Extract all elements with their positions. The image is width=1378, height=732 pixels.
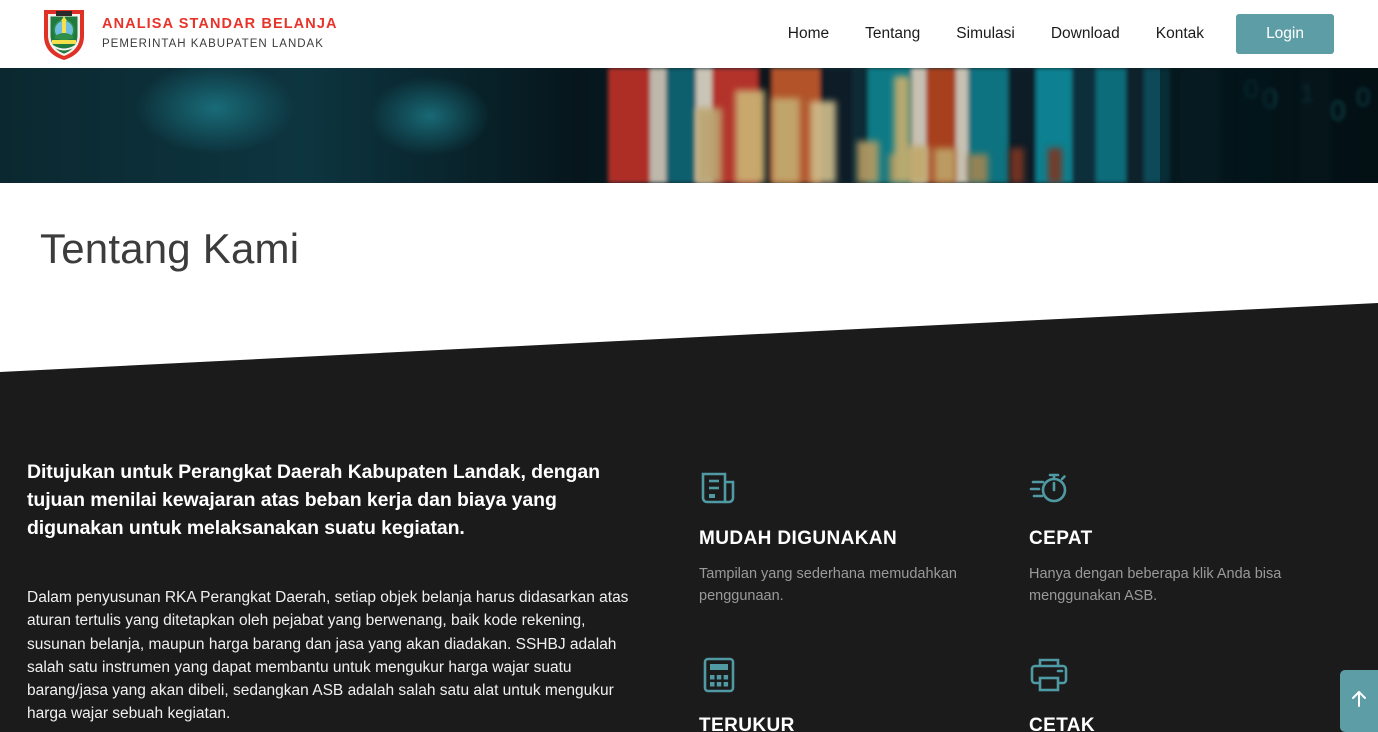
page-title: Tentang Kami bbox=[40, 225, 300, 272]
feature-card-mudah-digunakan: MUDAH DIGUNAKAN Tampilan yang sederhana … bbox=[699, 468, 1009, 608]
document-icon bbox=[699, 468, 1009, 510]
hero-banner: 0 0 0 1 0 bbox=[0, 68, 1378, 183]
scroll-to-top-button[interactable] bbox=[1340, 670, 1378, 732]
printer-icon bbox=[1029, 655, 1339, 697]
brand-subtitle: PEMERINTAH KABUPATEN LANDAK bbox=[102, 37, 324, 50]
feature-description: Hanya dengan beberapa klik Anda bisa men… bbox=[1029, 566, 1282, 604]
landak-regency-crest-icon bbox=[40, 6, 88, 62]
nav-item-simulasi[interactable]: Simulasi bbox=[938, 26, 1033, 42]
about-lead-text: Ditujukan untuk Perangkat Daerah Kabupat… bbox=[27, 461, 600, 540]
feature-title: CEPAT bbox=[1029, 528, 1093, 549]
feature-title: TERUKUR bbox=[699, 714, 795, 732]
nav-item-tentang[interactable]: Tentang bbox=[847, 26, 938, 42]
feature-card-cetak: CETAK bbox=[1029, 655, 1339, 732]
feature-grid: MUDAH DIGUNAKAN Tampilan yang sederhana … bbox=[699, 468, 1359, 732]
stopwatch-icon bbox=[1029, 468, 1339, 510]
feature-title: CETAK bbox=[1029, 714, 1096, 732]
login-button[interactable]: Login bbox=[1236, 14, 1334, 54]
main-navigation: Home Tentang Simulasi Download Kontak Lo… bbox=[770, 14, 1334, 54]
nav-item-home[interactable]: Home bbox=[770, 26, 847, 42]
calculator-icon bbox=[699, 655, 1009, 697]
brand-logo[interactable]: ANALISA STANDAR BELANJA PEMERINTAH KABUP… bbox=[40, 6, 338, 62]
nav-item-download[interactable]: Download bbox=[1033, 26, 1138, 42]
about-paragraph: Dalam penyusunan RKA Perangkat Daerah, s… bbox=[27, 589, 629, 723]
hero-banner-image: 0 0 0 1 0 bbox=[0, 68, 1378, 183]
site-header: ANALISA STANDAR BELANJA PEMERINTAH KABUP… bbox=[0, 0, 1378, 68]
nav-item-kontak[interactable]: Kontak bbox=[1138, 26, 1222, 42]
about-text-column: Ditujukan untuk Perangkat Daerah Kabupat… bbox=[27, 458, 647, 726]
feature-description: Tampilan yang sederhana memudahkan pengg… bbox=[699, 566, 957, 604]
arrow-up-icon bbox=[1350, 689, 1368, 714]
brand-text: ANALISA STANDAR BELANJA PEMERINTAH KABUP… bbox=[102, 16, 338, 51]
feature-title: MUDAH DIGUNAKAN bbox=[699, 528, 898, 549]
brand-title: ANALISA STANDAR BELANJA bbox=[102, 16, 338, 33]
feature-card-terukur: TERUKUR bbox=[699, 655, 1009, 732]
feature-card-cepat: CEPAT Hanya dengan beberapa klik Anda bi… bbox=[1029, 468, 1339, 608]
